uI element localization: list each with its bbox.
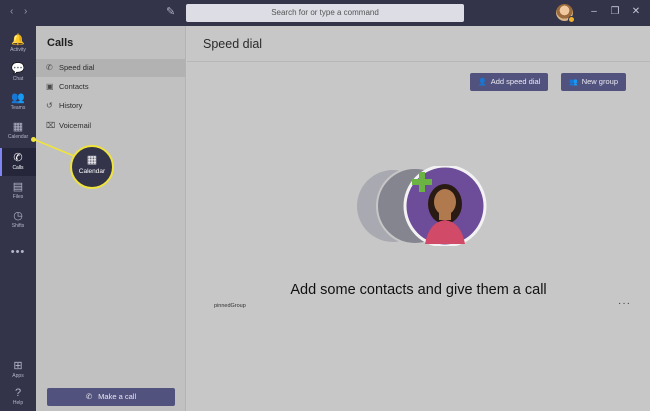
rail-item-calls[interactable]: ✆ Calls bbox=[0, 148, 36, 176]
chat-icon: 💬 bbox=[11, 63, 25, 75]
sidebar-item-history[interactable]: ↺ History bbox=[36, 97, 186, 115]
new-group-button[interactable]: 👥 New group bbox=[561, 73, 626, 91]
rail-item-teams[interactable]: 👥 Teams bbox=[0, 88, 36, 116]
contacts-icon: ▣ bbox=[46, 82, 54, 91]
apps-icon: ⊞ bbox=[13, 360, 23, 372]
empty-state-illustration bbox=[357, 166, 487, 246]
title-bar: ‹ › ✎ Search for or type a command – ❐ ✕ bbox=[0, 0, 650, 26]
callout-label: Calendar bbox=[78, 168, 106, 175]
rail-item-activity[interactable]: 🔔 Activity bbox=[0, 30, 36, 58]
clock-icon: ◷ bbox=[13, 210, 23, 222]
divider bbox=[187, 61, 650, 62]
sidebar-item-contacts[interactable]: ▣ Contacts bbox=[36, 78, 186, 96]
rail-label: Teams bbox=[10, 105, 26, 111]
sidebar-item-voicemail[interactable]: ⌧ Voicemail bbox=[36, 117, 186, 135]
add-group-icon: 👥 bbox=[569, 79, 578, 86]
speed-dial-pane: Speed dial 👤 Add speed dial 👥 New group Ad… bbox=[187, 26, 650, 411]
rail-item-chat[interactable]: 💬 Chat bbox=[0, 59, 36, 87]
search-input[interactable]: Search for or type a command bbox=[186, 4, 464, 22]
rail-item-help[interactable]: ? Help bbox=[0, 383, 36, 411]
phone-icon: ✆ bbox=[85, 392, 93, 401]
rail-label: Chat bbox=[12, 76, 24, 82]
rail-label: Calls bbox=[12, 165, 24, 171]
make-a-call-label: Make a call bbox=[98, 392, 137, 401]
close-icon[interactable]: ✕ bbox=[630, 6, 642, 17]
sidebar-item-label: Contacts bbox=[59, 82, 89, 91]
minimize-icon[interactable]: – bbox=[588, 6, 600, 17]
maximize-icon[interactable]: ❐ bbox=[609, 6, 621, 17]
sidebar-item-label: Speed dial bbox=[59, 63, 95, 72]
calendar-callout: ▦ Calendar bbox=[70, 145, 114, 189]
files-icon: ▤ bbox=[12, 181, 24, 193]
app-rail: 🔔 Activity 💬 Chat 👥 Teams ▦ Calendar ✆ C… bbox=[0, 26, 36, 411]
help-icon: ? bbox=[14, 387, 22, 399]
rail-item-shifts[interactable]: ◷ Shifts bbox=[0, 206, 36, 234]
rail-item-apps[interactable]: ⊞ Apps bbox=[0, 356, 36, 384]
rail-label: Shifts bbox=[11, 223, 25, 229]
more-options-icon[interactable]: ··· bbox=[618, 298, 631, 309]
sidebar-title: Calls bbox=[47, 37, 74, 49]
make-a-call-button[interactable]: ✆ Make a call bbox=[47, 388, 175, 406]
forward-arrow-icon[interactable]: › bbox=[24, 6, 27, 17]
back-arrow-icon[interactable]: ‹ bbox=[10, 6, 13, 17]
pinned-group-label: pinnedGroup bbox=[214, 303, 246, 309]
phone-icon: ✆ bbox=[13, 152, 23, 164]
new-group-label: New group bbox=[581, 77, 618, 86]
calendar-icon: ▦ bbox=[12, 121, 24, 133]
avatar[interactable] bbox=[556, 4, 575, 23]
rail-label: Apps bbox=[12, 373, 24, 379]
add-speed-dial-button[interactable]: 👤 Add speed dial bbox=[470, 73, 549, 91]
rail-label: Files bbox=[12, 194, 24, 200]
voicemail-icon: ⌧ bbox=[46, 121, 56, 130]
page-title: Speed dial bbox=[203, 37, 263, 51]
presence-badge bbox=[568, 16, 575, 23]
add-person-icon: 👤 bbox=[478, 79, 487, 86]
sidebar-item-speed-dial[interactable]: ✆ Speed dial bbox=[36, 59, 186, 77]
compose-icon[interactable]: ✎ bbox=[166, 5, 178, 18]
callout-marker bbox=[31, 137, 36, 142]
more-apps-icon[interactable]: ••• bbox=[0, 246, 36, 258]
calls-sidebar: Calls ✆ Speed dial ▣ Contacts ↺ History … bbox=[36, 26, 186, 411]
add-speed-dial-label: Add speed dial bbox=[490, 77, 541, 86]
sidebar-item-label: Voicemail bbox=[59, 121, 92, 130]
rail-label: Activity bbox=[10, 47, 26, 53]
empty-state-message: Add some contacts and give them a call bbox=[290, 282, 547, 298]
rail-item-files[interactable]: ▤ Files bbox=[0, 177, 36, 205]
phone-icon: ✆ bbox=[46, 63, 53, 72]
rail-label: Help bbox=[12, 400, 24, 406]
teams-icon: 👥 bbox=[11, 92, 25, 104]
sidebar-item-label: History bbox=[59, 101, 83, 110]
history-icon: ↺ bbox=[46, 101, 53, 110]
calendar-icon: ▦ bbox=[86, 154, 98, 166]
bell-icon: 🔔 bbox=[11, 34, 25, 46]
